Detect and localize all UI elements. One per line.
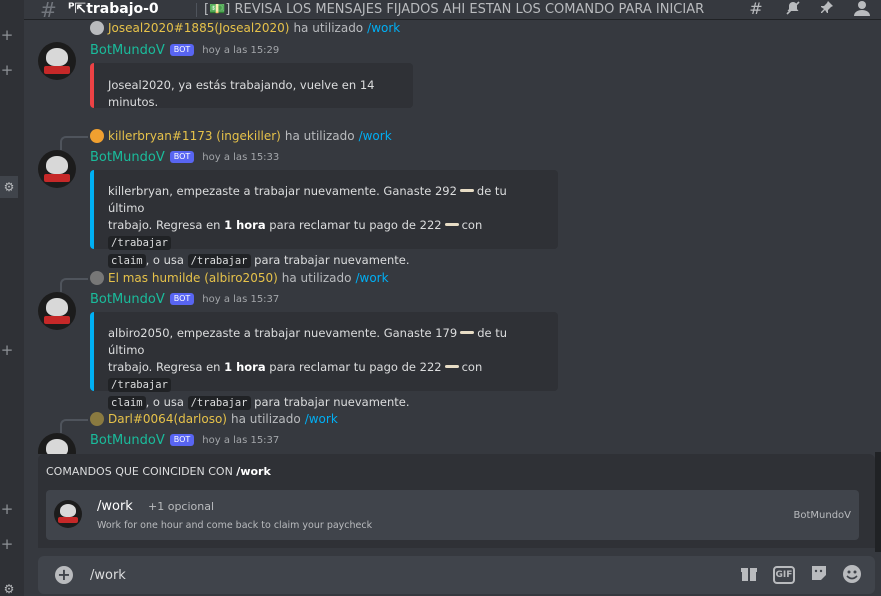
timestamp: hoy a las 15:33 [202,151,280,163]
reply-command[interactable]: /work [305,412,338,426]
avatar[interactable] [38,150,76,188]
embed: killerbryan, empezaste a trabajar nuevam… [90,170,558,268]
command-option[interactable]: /work +1 opcional Work for one hour and … [46,490,859,540]
add-icon[interactable]: + [0,28,14,43]
gear-icon[interactable]: ⚙ [0,176,18,198]
reply-preview[interactable]: El mas humilde (albiro2050) ha utilizado… [60,271,389,292]
inline-code: /trabajar [187,396,251,410]
bot-badge: BOT [169,434,195,446]
message-list[interactable]: Joseal2020#1885(Joseal2020) ha utilizado… [24,20,881,454]
author-name[interactable]: BotMundoV [90,150,165,165]
inline-code: claim [108,254,146,268]
inline-code: /trabajar [187,254,251,268]
reply-preview[interactable]: killerbryan#1173 (ingekiller) ha utiliza… [60,129,392,150]
bone-icon [460,331,475,334]
timestamp: hoy a las 15:29 [202,44,280,56]
timestamp: hoy a las 15:37 [202,293,280,305]
add-icon[interactable]: + [0,63,14,78]
reply-username[interactable]: Darl#0064(darloso) [108,412,227,426]
user-avatar-icon [90,271,104,285]
user-avatar-icon [90,129,104,143]
reply-command[interactable]: /work [355,271,388,285]
reply-text: ha utilizado [281,271,352,285]
bone-icon [444,223,459,226]
timestamp: hoy a las 15:37 [202,434,280,446]
command-name: /work [97,499,133,514]
channel-topic[interactable]: [💵] REVISA LOS MENSAJES FIJADOS AHI ESTA… [204,2,704,17]
message-composer: + GIF [38,556,875,594]
author-name[interactable]: BotMundoV [90,43,165,58]
bot-badge: BOT [169,44,195,56]
bone-icon [444,365,459,368]
reply-command[interactable]: /work [367,21,400,35]
embed: Joseal2020, ya estás trabajando, vuelve … [90,63,413,109]
message-header: BotMundoV BOT hoy a las 15:29 [90,42,279,58]
avatar[interactable] [38,42,76,80]
pin-icon[interactable] [815,0,839,20]
bot-badge: BOT [169,151,195,163]
autocomplete-title: COMANDOS QUE COINCIDEN CON /work [46,465,271,478]
add-icon[interactable]: + [0,537,14,552]
channel-name: ᴾ⇱trabajo-0 [68,1,159,17]
reply-username[interactable]: El mas humilde (albiro2050) [108,271,278,285]
inline-code: /trabajar [108,378,171,392]
reply-text: ha utilizado [293,21,364,35]
reply-preview[interactable]: Darl#0064(darloso) ha utilizado /work [60,412,338,433]
message-header: BotMundoV BOT hoy a las 15:37 [90,291,279,307]
gif-icon[interactable]: GIF [773,566,795,584]
reply-text: ha utilizado [284,129,355,143]
author-name[interactable]: BotMundoV [90,433,165,448]
emoji-icon[interactable] [841,564,863,586]
scrollbar[interactable] [875,452,881,552]
embed-text: Joseal2020, ya estás trabajando, vuelve … [108,78,375,109]
add-icon[interactable]: + [0,502,14,517]
sticker-icon[interactable] [808,564,830,586]
bot-badge: BOT [169,293,195,305]
command-description: Work for one hour and come back to claim… [97,520,373,531]
reply-username[interactable]: Joseal2020#1885(Joseal2020) [108,21,289,35]
reply-text: ha utilizado [231,412,301,426]
message-header: BotMundoV BOT hoy a las 15:37 [90,432,279,448]
avatar [54,500,82,528]
command-optional-count: +1 opcional [148,500,215,513]
command-autocomplete: COMANDOS QUE COINCIDEN CON /work /work +… [38,454,875,548]
embed: albiro2050, empezaste a trabajar nuevame… [90,312,558,410]
inline-code: /trabajar [108,236,171,250]
channel-sidebar-edge: + + ⚙ + + + ⚙ [0,0,24,596]
channel-header: # ᴾ⇱trabajo-0 [💵] REVISA LOS MENSAJES FI… [24,0,881,22]
gear-icon[interactable]: ⚙ [0,578,18,596]
message-header: BotMundoV BOT hoy a las 15:33 [90,149,279,165]
bone-icon [459,189,474,192]
members-icon[interactable] [850,0,874,20]
channel-hash-icon: # [40,0,57,22]
reply-username[interactable]: killerbryan#1173 (ingekiller) [108,129,281,143]
mute-bell-icon[interactable] [781,0,805,20]
inline-code: claim [108,396,146,410]
command-bot-name: BotMundoV [793,510,851,521]
user-avatar-icon [90,412,104,426]
threads-icon[interactable]: # [744,0,768,20]
header-divider [196,3,197,17]
reply-preview[interactable]: Joseal2020#1885(Joseal2020) ha utilizado… [90,21,400,35]
avatar[interactable] [38,433,76,454]
add-icon[interactable]: + [0,343,14,358]
message-input[interactable] [90,565,690,585]
gift-icon[interactable] [738,564,760,586]
author-name[interactable]: BotMundoV [90,292,165,307]
reply-command[interactable]: /work [359,129,392,143]
avatar[interactable] [38,292,76,330]
user-avatar-icon [90,21,104,35]
add-attachment-button[interactable]: + [55,566,73,584]
